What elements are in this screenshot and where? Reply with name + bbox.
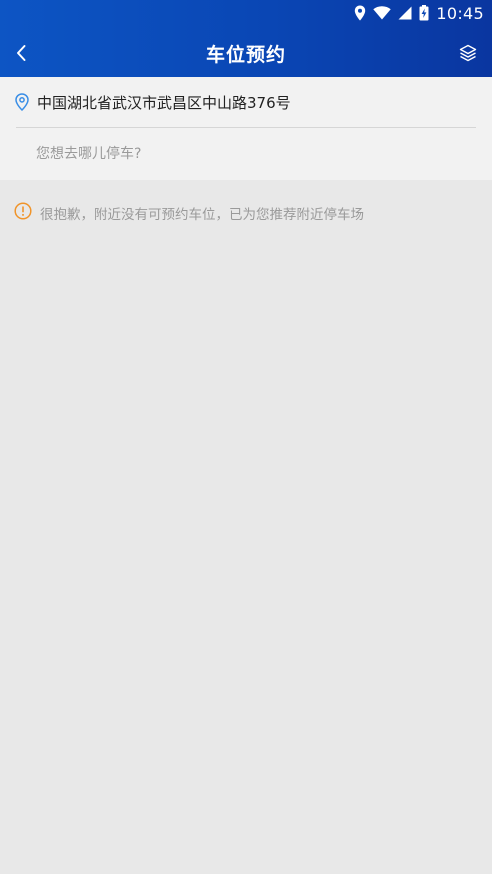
page-title: 车位预约 xyxy=(205,44,286,66)
status-icons: 10:45 xyxy=(354,2,484,24)
divider xyxy=(16,127,476,128)
cellular-signal-icon xyxy=(398,6,412,20)
app-header: 10:45 车位预约 xyxy=(0,0,492,77)
notice-text: 很抱歉，附近没有可预约车位，已为您推荐附近停车场 xyxy=(40,207,364,223)
map-view[interactable] xyxy=(0,240,492,874)
notice-banner: 很抱歉，附近没有可预约车位，已为您推荐附近停车场 xyxy=(0,180,492,240)
destination-search-input[interactable] xyxy=(36,139,466,169)
current-location-text: 中国湖北省武汉市武昌区中山路376号 xyxy=(37,94,291,112)
wifi-icon xyxy=(373,6,392,20)
search-panel: 中国湖北省武汉市武昌区中山路376号 xyxy=(0,77,492,180)
status-bar: 10:45 xyxy=(0,0,492,26)
location-pin-icon xyxy=(15,93,29,111)
title-bar: 车位预约 xyxy=(0,28,492,78)
status-time: 10:45 xyxy=(436,3,484,23)
current-location-row[interactable]: 中国湖北省武汉市武昌区中山路376号 xyxy=(0,77,492,128)
warning-icon xyxy=(14,202,32,220)
layers-button[interactable] xyxy=(456,41,480,65)
battery-charging-icon xyxy=(419,5,429,21)
layers-icon xyxy=(459,44,477,62)
location-icon xyxy=(355,5,366,21)
